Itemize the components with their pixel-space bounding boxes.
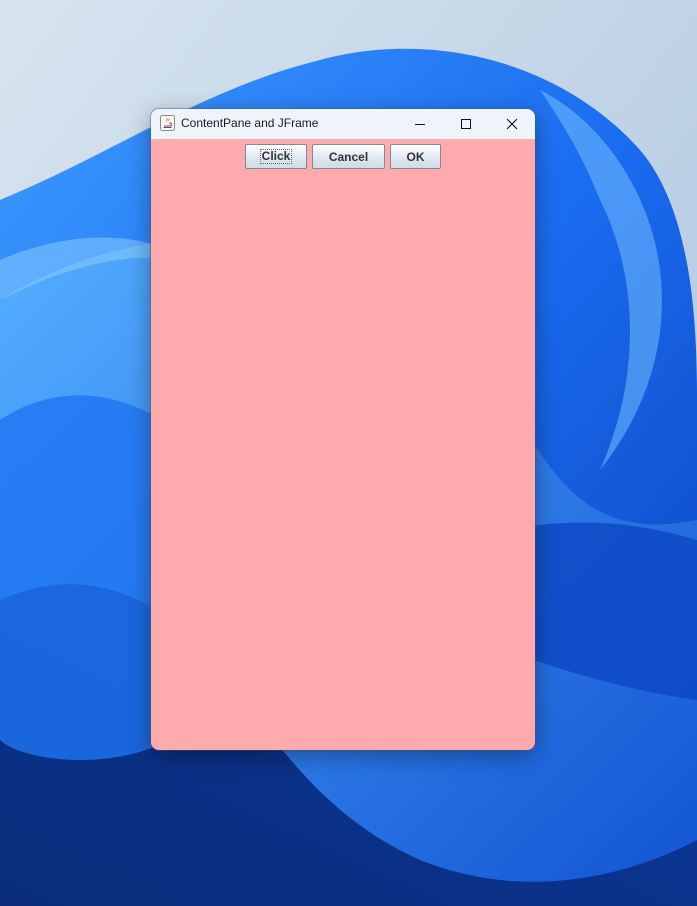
title-bar[interactable]: ContentPane and JFrame [151, 109, 535, 139]
click-button-label: Click [259, 149, 293, 164]
maximize-button[interactable] [443, 109, 489, 139]
java-app-icon [160, 115, 175, 131]
close-button[interactable] [489, 109, 535, 139]
ok-button-label: OK [406, 149, 425, 164]
desktop: ContentPane and JFrame Click Cancel OK [0, 0, 697, 906]
cancel-button-label: Cancel [328, 149, 369, 164]
cancel-button[interactable]: Cancel [312, 144, 385, 169]
ok-button[interactable]: OK [390, 144, 441, 169]
window-title: ContentPane and JFrame [181, 116, 319, 130]
maximize-icon [461, 119, 471, 129]
minimize-icon [415, 124, 425, 125]
app-window: ContentPane and JFrame Click Cancel OK [151, 109, 535, 750]
click-button[interactable]: Click [245, 144, 307, 169]
minimize-button[interactable] [397, 109, 443, 139]
content-pane: Click Cancel OK [151, 139, 535, 750]
close-icon [506, 118, 518, 130]
